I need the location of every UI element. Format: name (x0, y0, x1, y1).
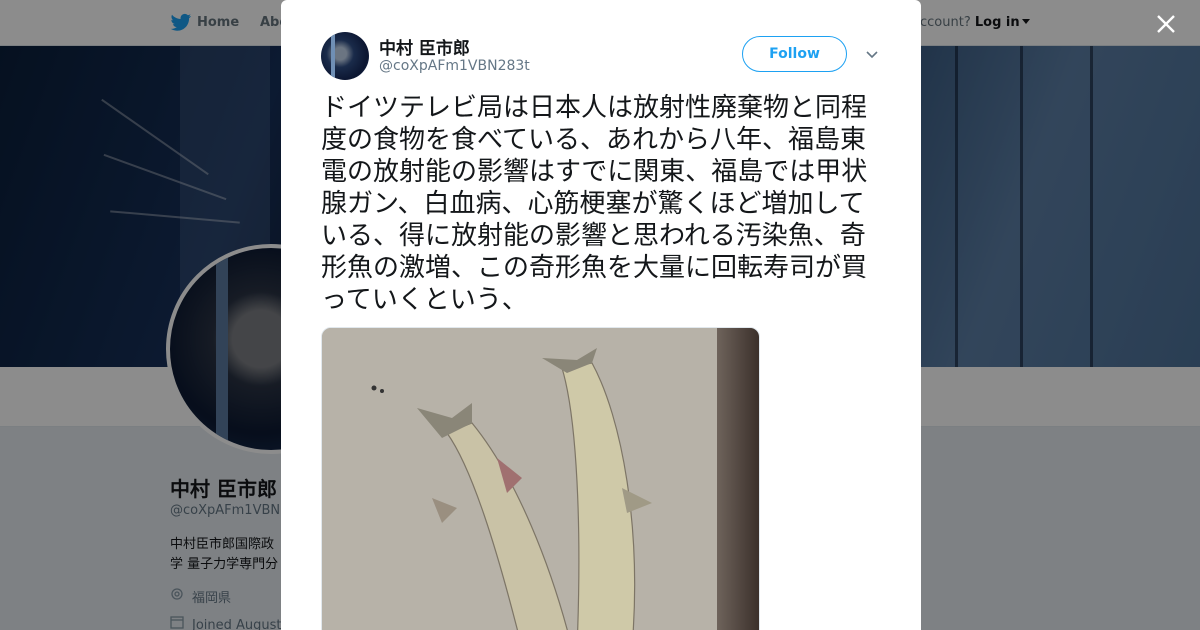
tweet-author-avatar[interactable] (321, 32, 369, 80)
close-icon[interactable] (1154, 12, 1178, 36)
tweet-photo[interactable] (321, 327, 760, 630)
follow-button[interactable]: Follow (742, 36, 847, 72)
fish-right (542, 348, 652, 630)
tweet-author-name[interactable]: 中村 臣市郎 (379, 34, 470, 59)
avatar-detail (331, 32, 335, 80)
photo-speck (371, 385, 377, 391)
chevron-down-icon[interactable] (865, 48, 879, 62)
follow-button-label[interactable]: Follow (769, 46, 820, 62)
tweet-author-handle[interactable]: @coXpAFm1VBN283t (379, 58, 530, 74)
tweet-text: ドイツテレビ局は日本人は放射性廃棄物と同程度の食物を食べている、あれから八年、福… (321, 93, 868, 315)
photo-speck (380, 389, 384, 393)
fish-illustration (371, 348, 652, 630)
tweet-modal: 中村 臣市郎 @coXpAFm1VBN283t Follow ドイツテレビ局は日… (281, 0, 921, 630)
fish-left (417, 403, 568, 630)
